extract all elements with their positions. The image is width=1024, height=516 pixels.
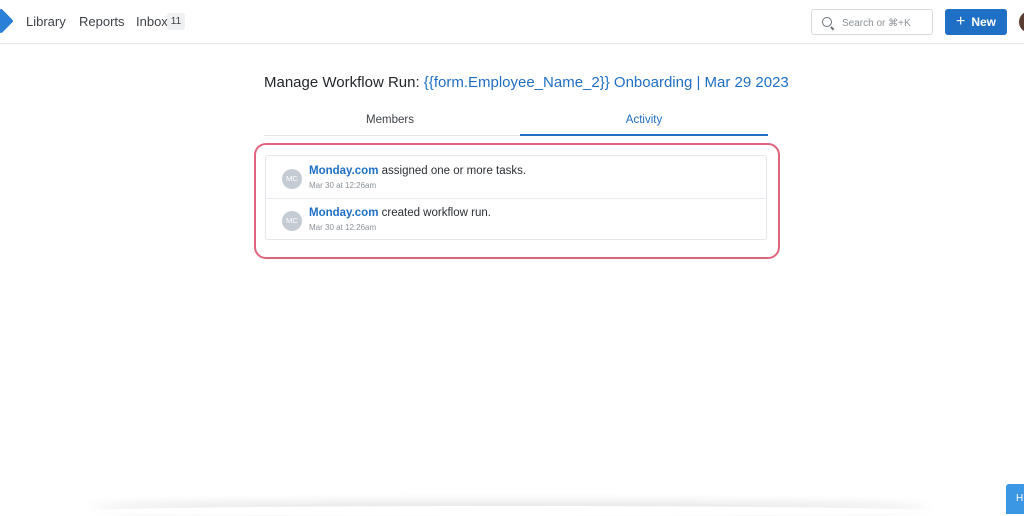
activity-description: created workflow run. [378, 207, 491, 219]
activity-text: Monday.com assigned one or more tasks. [309, 164, 526, 178]
nav-inbox[interactable]: Inbox [136, 14, 168, 30]
app-logo-icon[interactable] [0, 8, 14, 34]
activity-text: Monday.com created workflow run. [309, 206, 491, 220]
new-button-label: New [971, 15, 997, 29]
activity-actor-link[interactable]: Monday.com [309, 165, 378, 177]
nav-library[interactable]: Library [26, 14, 66, 30]
page-title-prefix: Manage Workflow Run: [264, 74, 420, 91]
nav-reports[interactable]: Reports [79, 14, 125, 30]
tab-members[interactable]: Members [264, 106, 516, 135]
bottom-panel-shadow [90, 506, 930, 516]
activity-item: MC Monday.com created workflow run. Mar … [266, 198, 766, 240]
activity-item: MC Monday.com assigned one or more tasks… [266, 156, 766, 199]
user-avatar[interactable] [1019, 11, 1024, 33]
tab-activity[interactable]: Activity [520, 106, 768, 136]
search-icon [822, 17, 832, 27]
activity-list: MC Monday.com assigned one or more tasks… [265, 155, 767, 240]
page-title: Manage Workflow Run: {{form.Employee_Nam… [264, 74, 789, 92]
top-nav-bar: Library Reports Inbox 11 + New [0, 0, 1024, 44]
help-button[interactable]: H [1006, 484, 1024, 514]
avatar: MC [282, 169, 302, 189]
activity-timestamp: Mar 30 at 12:26am [309, 181, 377, 190]
search-box[interactable] [811, 9, 933, 35]
activity-description: assigned one or more tasks. [378, 165, 527, 177]
activity-actor-link[interactable]: Monday.com [309, 207, 378, 219]
new-button[interactable]: + New [945, 9, 1007, 35]
activity-timestamp: Mar 30 at 12:26am [309, 223, 377, 232]
tab-bar: Members Activity [264, 106, 768, 136]
search-input[interactable] [840, 13, 932, 33]
workflow-run-name: {{form.Employee_Name_2}} Onboarding | Ma… [423, 74, 789, 91]
plus-icon: + [955, 13, 966, 30]
inbox-count-badge: 11 [167, 13, 185, 30]
avatar: MC [282, 211, 302, 231]
